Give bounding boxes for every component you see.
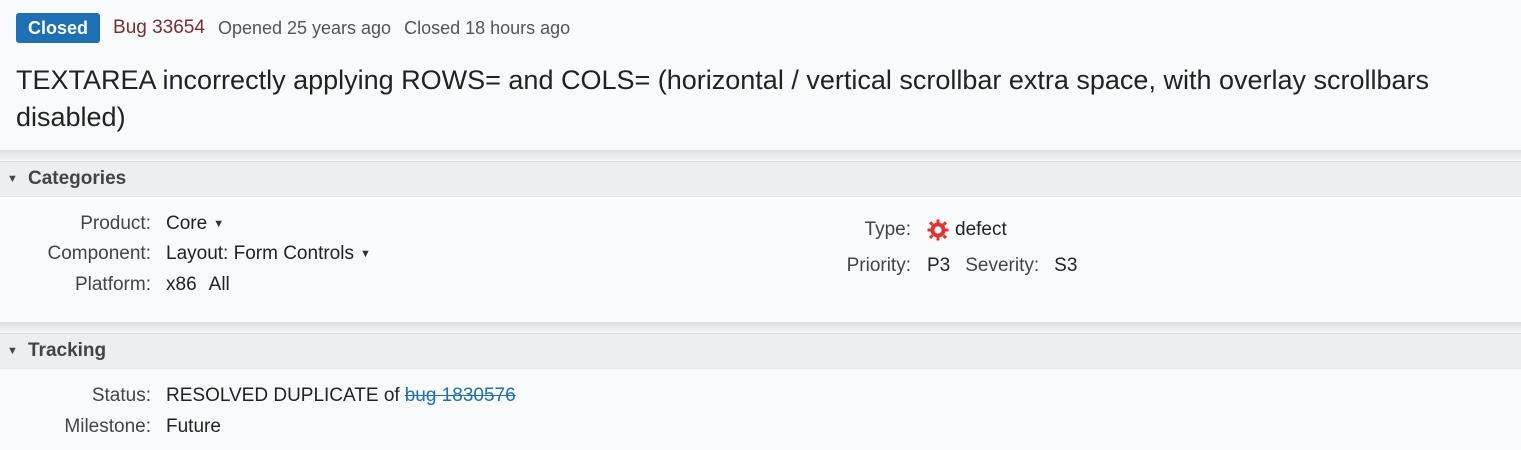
status-label: Status:	[91, 385, 151, 406]
severity-value: S3	[1054, 255, 1078, 276]
categories-section-label: Categories	[28, 168, 127, 189]
tracking-section-label: Tracking	[28, 340, 107, 361]
status-value: RESOLVED DUPLICATE of	[166, 385, 400, 406]
divider	[0, 322, 1521, 332]
collapse-triangle-icon[interactable]: ▼	[7, 345, 21, 357]
bug-title[interactable]: TEXTAREA incorrectly applying ROWS= and …	[16, 62, 1506, 136]
bug-id-link[interactable]: Bug 33654	[113, 17, 205, 39]
status-badge: Closed	[16, 13, 101, 43]
closed-date[interactable]: Closed 18 hours ago	[404, 18, 570, 39]
milestone-row: Milestone: Future	[0, 413, 221, 441]
bug-meta-row: Closed Bug 33654 Opened 25 years ago Clo…	[16, 13, 570, 43]
priority-label: Priority:	[846, 255, 911, 276]
status-row: Status: RESOLVED DUPLICATE of bug 183057…	[0, 382, 516, 410]
bug-header: Closed Bug 33654 Opened 25 years ago Clo…	[0, 0, 1521, 150]
type-label: Type:	[864, 219, 911, 240]
milestone-label: Milestone:	[64, 416, 151, 437]
priority-severity-row: Priority: P3 Severity: S3	[0, 252, 1078, 280]
opened-date[interactable]: Opened 25 years ago	[218, 18, 391, 39]
duplicate-bug-link[interactable]: bug 1830576	[405, 385, 516, 407]
tracking-section-header[interactable]: ▼ Tracking	[0, 333, 1521, 369]
categories-section-header[interactable]: ▼ Categories	[0, 161, 1521, 197]
type-value-wrapper: defect	[927, 219, 1007, 241]
priority-value: P3	[927, 255, 951, 276]
defect-bug-icon	[927, 219, 949, 241]
type-row: Type: defect	[0, 216, 1007, 244]
collapse-triangle-icon[interactable]: ▼	[7, 173, 21, 185]
type-value: defect	[955, 219, 1007, 240]
milestone-value: Future	[166, 416, 221, 437]
severity-label: Severity:	[965, 255, 1040, 276]
divider	[0, 150, 1521, 160]
